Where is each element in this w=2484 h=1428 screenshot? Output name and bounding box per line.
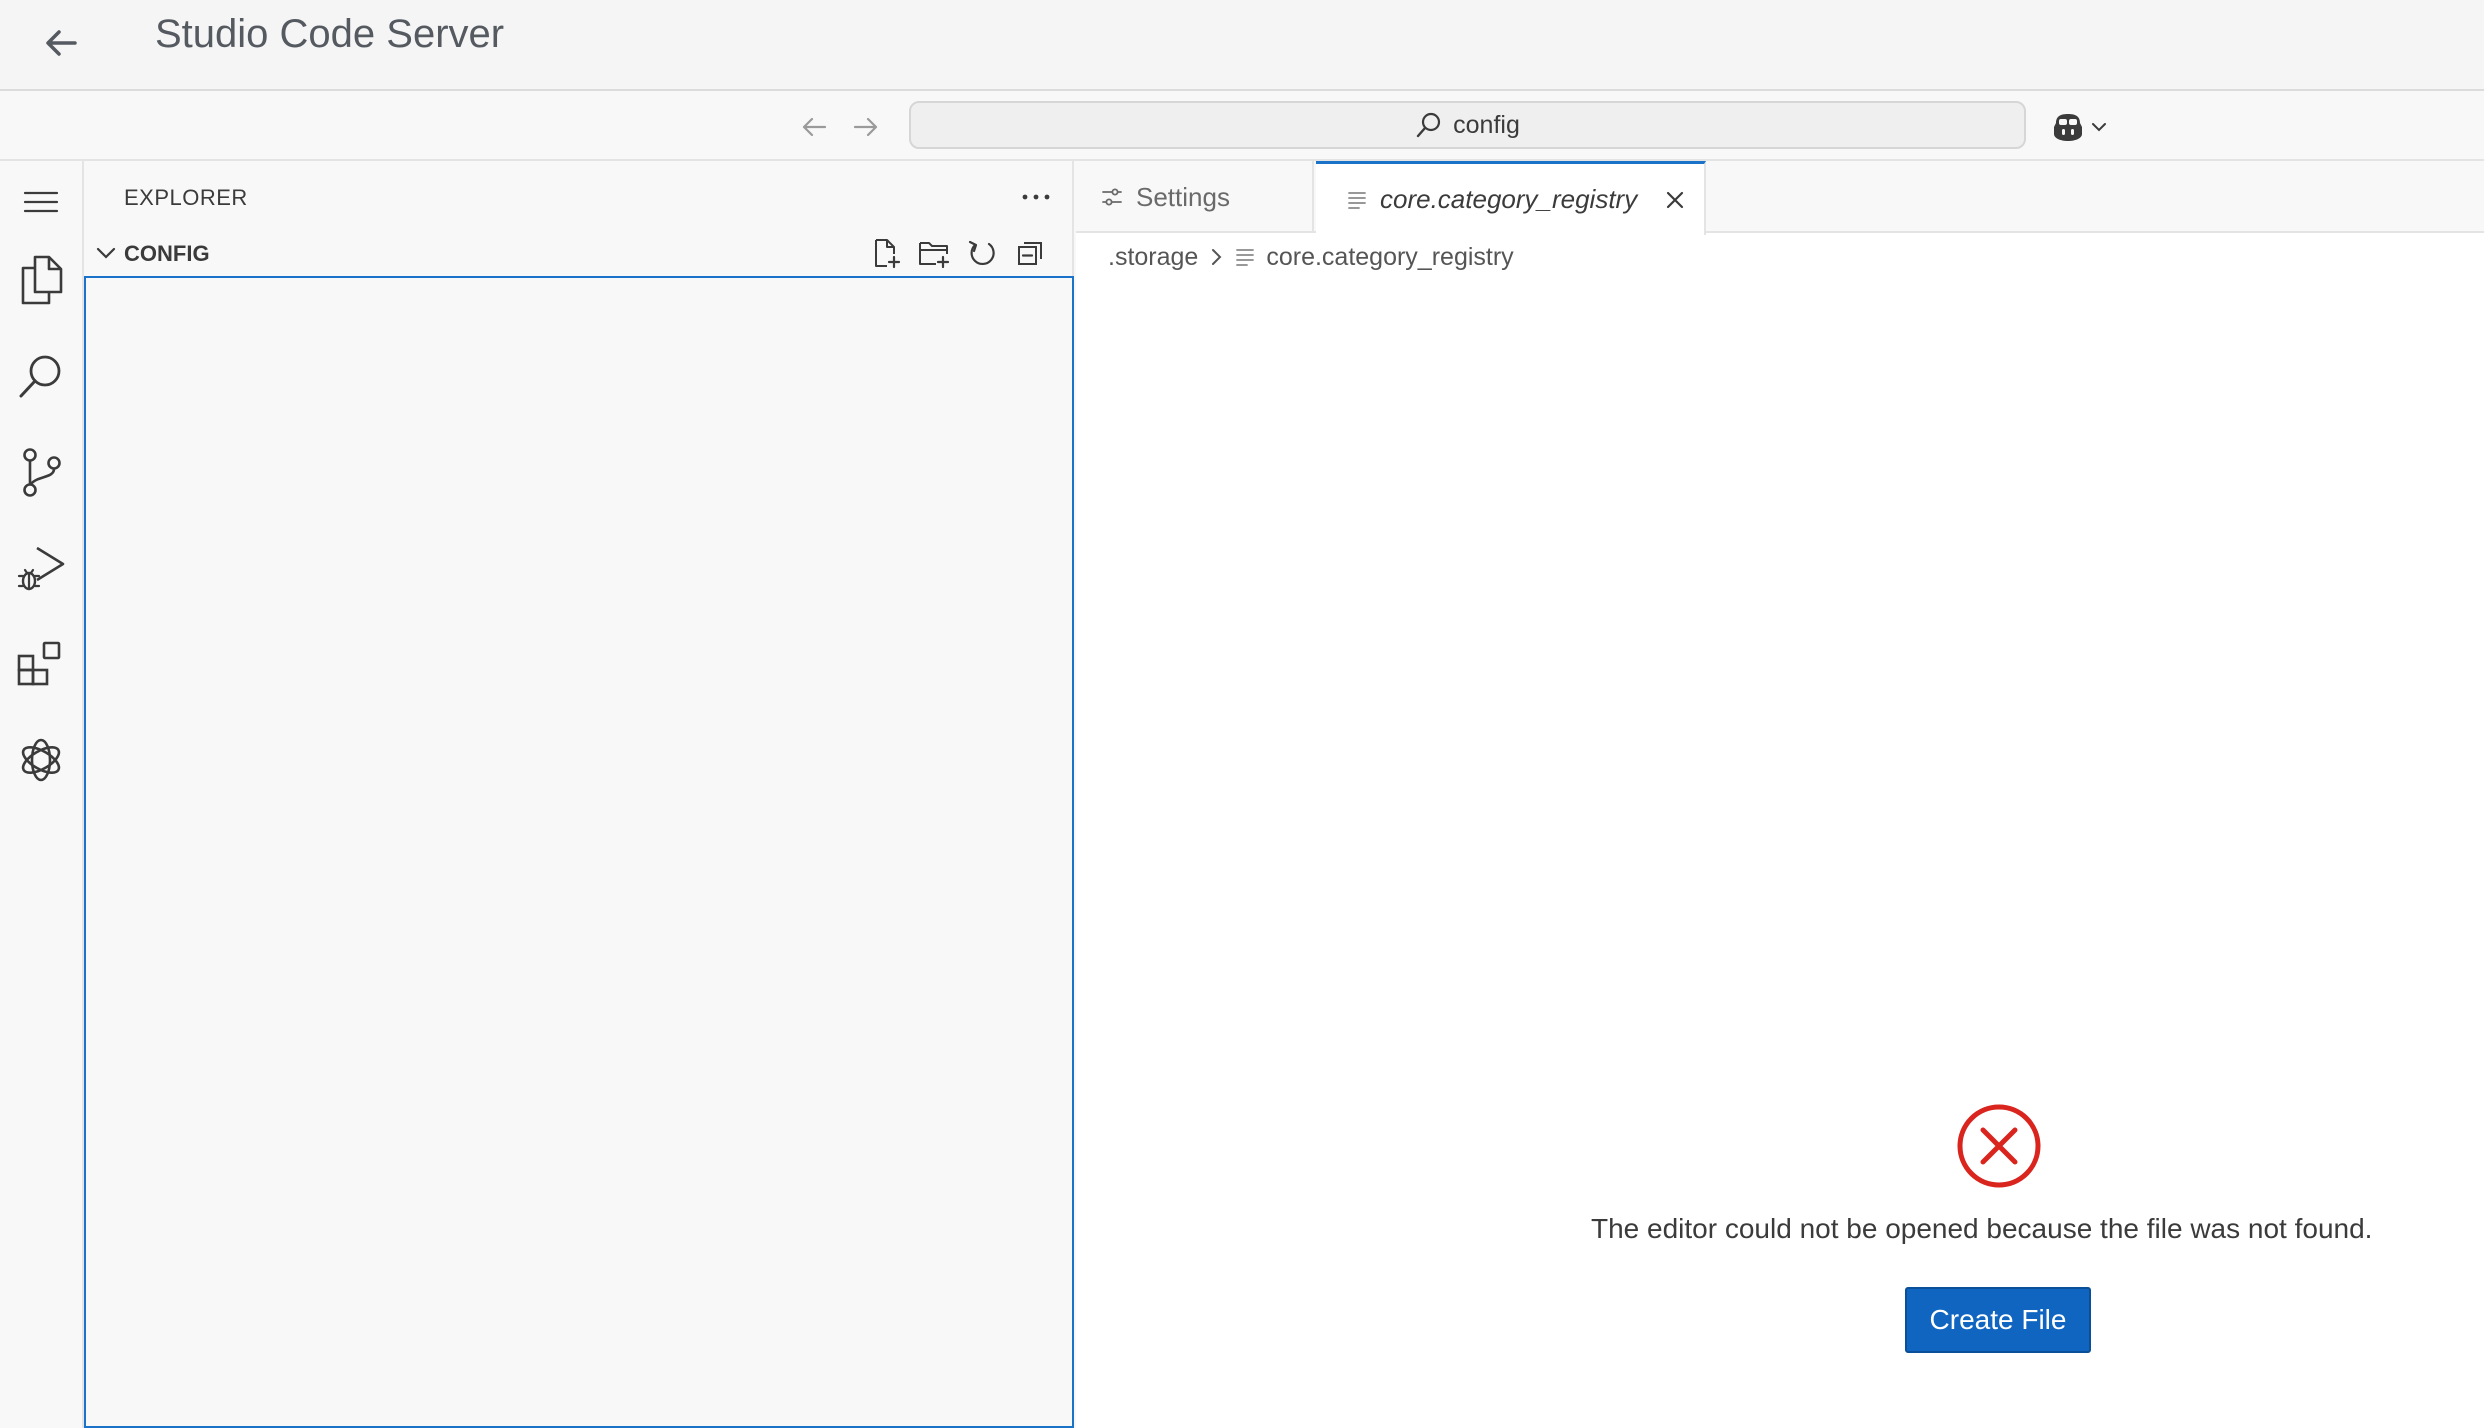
settings-icon bbox=[1102, 188, 1122, 206]
tab-core-category-registry[interactable]: core.category_registry bbox=[1316, 161, 1706, 235]
close-tab-button[interactable] bbox=[1659, 184, 1691, 216]
search-icon bbox=[19, 355, 61, 398]
error-message: The editor could not be opened because t… bbox=[1591, 1213, 2373, 1244]
breadcrumb-file[interactable]: core.category_registry bbox=[1266, 243, 1513, 272]
run-debug-icon bbox=[17, 546, 65, 591]
tab-label: Settings bbox=[1136, 181, 1230, 212]
chevron-right-icon bbox=[1212, 249, 1222, 265]
explorer-sidebar: EXPLORER CONFIG bbox=[84, 161, 1074, 1428]
file-lines-icon bbox=[1348, 191, 1366, 209]
editor-area: Settings core.category_registry .storage… bbox=[1076, 161, 2484, 1428]
refresh-button[interactable] bbox=[960, 233, 1004, 273]
tab-settings[interactable]: Settings bbox=[1076, 161, 1314, 233]
new-folder-button[interactable] bbox=[912, 233, 956, 273]
activity-source-control[interactable] bbox=[0, 431, 82, 513]
new-file-button[interactable] bbox=[864, 233, 908, 273]
activity-chatgpt[interactable] bbox=[0, 719, 82, 801]
tab-label: core.category_registry bbox=[1380, 184, 1638, 214]
activity-search[interactable] bbox=[0, 335, 82, 417]
collapse-all-icon bbox=[1018, 242, 1042, 265]
file-lines-icon bbox=[1236, 249, 1255, 266]
file-tree[interactable] bbox=[84, 276, 1074, 1428]
activity-bar bbox=[0, 161, 84, 1428]
new-folder-icon bbox=[919, 242, 950, 269]
arrow-left-icon bbox=[46, 30, 77, 56]
tab-bar: Settings core.category_registry bbox=[1076, 161, 2484, 235]
search-icon bbox=[1416, 112, 1441, 138]
collapse-all-button[interactable] bbox=[1008, 233, 1052, 273]
extensions-icon bbox=[17, 641, 61, 686]
activity-extensions[interactable] bbox=[0, 623, 82, 705]
app-title: Studio Code Server bbox=[155, 12, 505, 56]
source-control-icon bbox=[23, 448, 61, 497]
config-section-header[interactable]: CONFIG bbox=[84, 233, 1072, 273]
app-header: Studio Code Server bbox=[0, 0, 2484, 91]
activity-explorer[interactable] bbox=[0, 239, 82, 321]
section-title: CONFIG bbox=[124, 241, 210, 266]
section-toggle[interactable] bbox=[90, 237, 122, 269]
go-back-button[interactable] bbox=[792, 105, 836, 149]
hamburger-menu-icon bbox=[23, 191, 59, 213]
copilot-menu-button[interactable] bbox=[2050, 105, 2116, 149]
openai-icon bbox=[21, 738, 61, 782]
sidebar-title: EXPLORER bbox=[124, 185, 248, 210]
new-file-icon bbox=[875, 239, 901, 269]
activity-run-debug[interactable] bbox=[0, 527, 82, 609]
arrow-right-icon bbox=[853, 117, 878, 137]
create-file-button[interactable]: Create File bbox=[1905, 1287, 2091, 1353]
ellipsis-icon bbox=[1022, 194, 1050, 200]
section-actions bbox=[864, 233, 1052, 273]
close-icon bbox=[1667, 191, 1684, 208]
command-center-search[interactable]: config bbox=[909, 101, 2026, 149]
more-actions-button[interactable] bbox=[1014, 177, 1058, 217]
breadcrumb-folder[interactable]: .storage bbox=[1108, 243, 1198, 272]
command-center-text: config bbox=[1453, 110, 1520, 139]
go-forward-button[interactable] bbox=[844, 105, 888, 149]
chevron-down-icon bbox=[2092, 123, 2106, 132]
error-circle-icon bbox=[1957, 1104, 2041, 1188]
files-icon bbox=[21, 255, 63, 305]
titlebar: config bbox=[0, 91, 2484, 161]
copilot-icon bbox=[2054, 114, 2082, 141]
breadcrumb: .storage core.category_registry bbox=[1108, 237, 1514, 277]
refresh-icon bbox=[968, 240, 995, 266]
activity-menu[interactable] bbox=[0, 161, 82, 243]
back-button[interactable] bbox=[30, 12, 92, 74]
chevron-down-icon bbox=[96, 247, 116, 259]
arrow-left-icon bbox=[802, 117, 827, 137]
